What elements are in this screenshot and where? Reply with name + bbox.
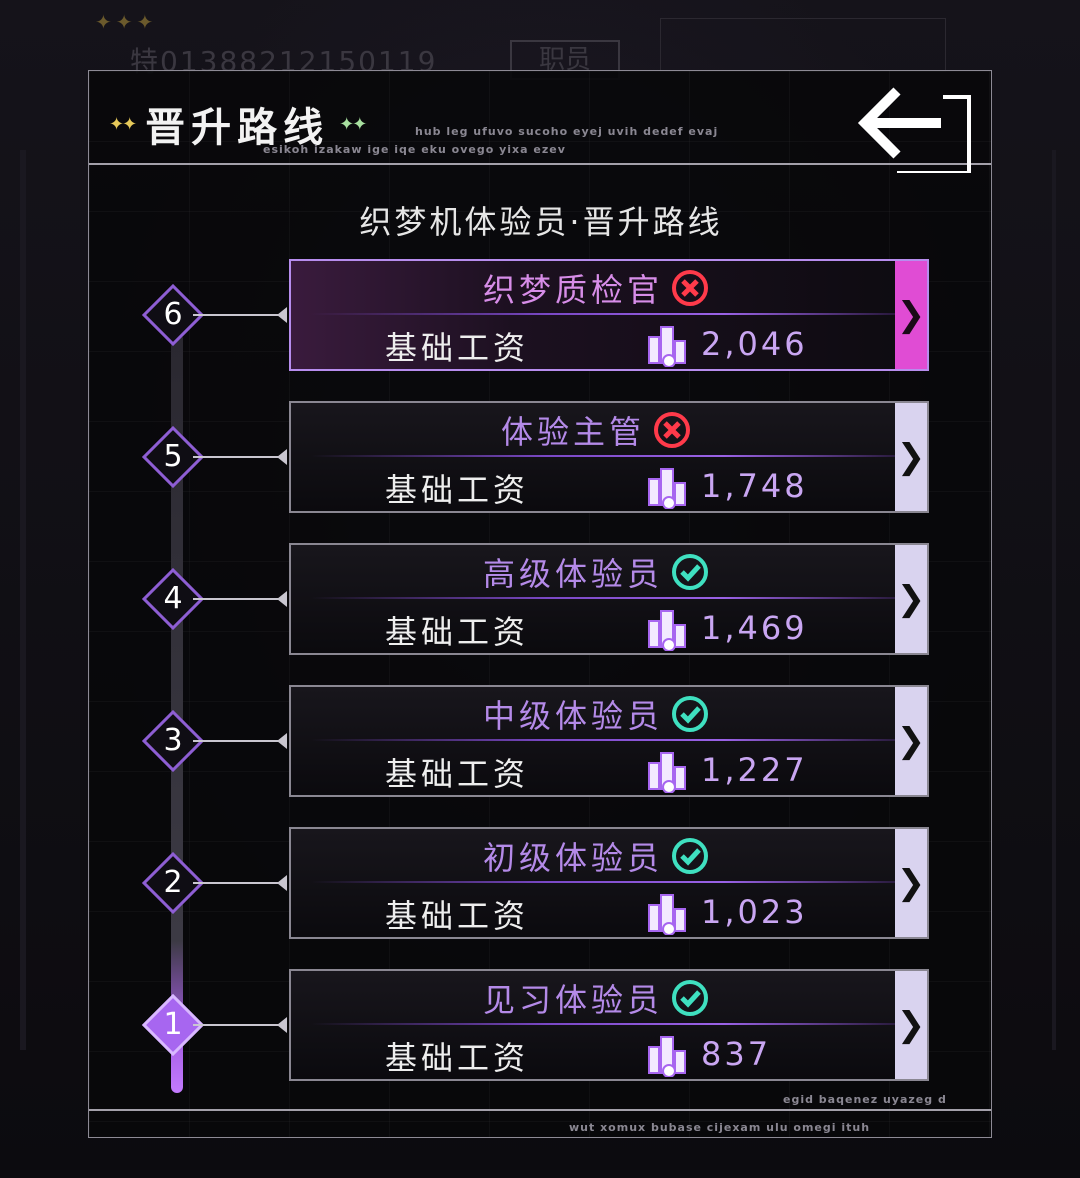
promotion-card[interactable]: 织梦质检官 基础工资 2,046 ❯ — [289, 259, 929, 371]
check-circle-icon — [671, 695, 709, 733]
deco-text: hub leg ufuvo sucoho eyej uvih dedef eva… — [415, 125, 719, 138]
promotion-card[interactable]: 见习体验员 基础工资 837 ❯ — [289, 969, 929, 1081]
level-number: 1 — [163, 1007, 183, 1042]
level-row: 6 织梦质检官 基础工资 2,046 ❯ — [89, 259, 993, 375]
chevron-right-icon[interactable]: ❯ — [895, 687, 927, 795]
card-title-row: 体验主管 — [291, 407, 901, 453]
promotion-card[interactable]: 体验主管 基础工资 1,748 ❯ — [289, 401, 929, 513]
salary-value: 1,023 — [701, 893, 808, 931]
connector-tip — [277, 591, 287, 607]
promotion-card[interactable]: 中级体验员 基础工资 1,227 ❯ — [289, 685, 929, 797]
position-title: 体验主管 — [500, 413, 645, 451]
level-number: 3 — [163, 723, 183, 758]
coin-stack-icon — [645, 607, 689, 652]
position-title: 高级体验员 — [482, 555, 663, 593]
card-title-row: 高级体验员 — [291, 549, 901, 595]
salary-label: 基础工资 — [385, 755, 530, 793]
level-connector — [193, 314, 285, 316]
level-connector — [193, 598, 285, 600]
deco-text: wut xomux bubase cijexam ulu omegi ituh — [569, 1121, 871, 1134]
level-connector — [193, 456, 285, 458]
level-row: 1 见习体验员 基础工资 837 ❯ — [89, 969, 993, 1085]
card-title-row: 初级体验员 — [291, 833, 901, 879]
route-subtitle: 织梦机体验员·晋升路线 — [359, 203, 723, 241]
coin-stack-icon — [645, 749, 689, 794]
deco-text: esikoh izakaw ige iqe eku ovego yixa eze… — [263, 143, 566, 156]
chevron-right-icon[interactable]: ❯ — [895, 971, 927, 1079]
coin-stack-icon — [645, 1033, 689, 1078]
coin-stack-icon — [645, 891, 689, 936]
position-title: 初级体验员 — [482, 839, 663, 877]
panel-header: ✦✦ 晋升路线 ✦✦ hub leg ufuvo sucoho eyej uvi… — [89, 71, 991, 173]
coin-stack-icon — [645, 465, 689, 510]
x-circle-icon — [671, 269, 709, 307]
level-connector — [193, 1024, 285, 1026]
background-stars: ✦✦✦ — [95, 10, 158, 34]
card-title-row: 中级体验员 — [291, 691, 901, 737]
salary-value: 1,227 — [701, 751, 808, 789]
card-divider — [311, 597, 901, 599]
sparkle-icon: ✦✦ — [109, 113, 137, 135]
background-frame-right — [1052, 150, 1056, 1050]
level-connector — [193, 882, 285, 884]
chevron-right-icon[interactable]: ❯ — [895, 545, 927, 653]
card-title-row: 织梦质检官 — [291, 265, 901, 311]
promotion-card[interactable]: 初级体验员 基础工资 1,023 ❯ — [289, 827, 929, 939]
card-divider — [311, 313, 901, 315]
card-divider — [311, 881, 901, 883]
level-row: 5 体验主管 基础工资 1,748 ❯ — [89, 401, 993, 517]
card-divider — [311, 739, 901, 741]
level-row: 3 中级体验员 基础工资 1,227 ❯ — [89, 685, 993, 801]
chevron-right-icon[interactable]: ❯ — [895, 261, 927, 369]
level-row: 4 高级体验员 基础工资 1,469 ❯ — [89, 543, 993, 659]
footer-divider — [89, 1109, 991, 1111]
background-card — [660, 18, 946, 72]
salary-value: 1,748 — [701, 467, 808, 505]
salary-value: 2,046 — [701, 325, 808, 363]
salary-value: 837 — [701, 1035, 772, 1073]
salary-label: 基础工资 — [385, 1039, 530, 1077]
check-circle-icon — [671, 553, 709, 591]
position-title: 中级体验员 — [482, 697, 663, 735]
level-number: 2 — [163, 865, 183, 900]
salary-label: 基础工资 — [385, 613, 530, 651]
chevron-right-icon[interactable]: ❯ — [895, 829, 927, 937]
coin-stack-icon — [645, 323, 689, 368]
check-circle-icon — [671, 979, 709, 1017]
card-title-row: 见习体验员 — [291, 975, 901, 1021]
position-title: 见习体验员 — [482, 981, 663, 1019]
connector-tip — [277, 307, 287, 323]
x-circle-icon — [653, 411, 691, 449]
connector-tip — [277, 449, 287, 465]
connector-tip — [277, 733, 287, 749]
salary-label: 基础工资 — [385, 897, 530, 935]
back-arrow-icon[interactable] — [857, 77, 977, 173]
level-number: 4 — [163, 581, 183, 616]
level-number: 6 — [163, 297, 183, 332]
promotion-route-panel: ✦✦ 晋升路线 ✦✦ hub leg ufuvo sucoho eyej uvi… — [88, 70, 992, 1138]
level-number: 5 — [163, 439, 183, 474]
level-row: 2 初级体验员 基础工资 1,023 ❯ — [89, 827, 993, 943]
background-frame-left — [20, 150, 26, 1050]
salary-label: 基础工资 — [385, 471, 530, 509]
connector-tip — [277, 875, 287, 891]
sparkle-icon: ✦✦ — [339, 113, 367, 135]
card-divider — [311, 1023, 901, 1025]
chevron-right-icon[interactable]: ❯ — [895, 403, 927, 511]
position-title: 织梦质检官 — [482, 271, 663, 309]
level-connector — [193, 740, 285, 742]
promotion-card[interactable]: 高级体验员 基础工资 1,469 ❯ — [289, 543, 929, 655]
card-divider — [311, 455, 901, 457]
connector-tip — [277, 1017, 287, 1033]
salary-value: 1,469 — [701, 609, 808, 647]
deco-text: egid baqenez uyazeg d — [783, 1093, 947, 1106]
check-circle-icon — [671, 837, 709, 875]
salary-label: 基础工资 — [385, 329, 530, 367]
